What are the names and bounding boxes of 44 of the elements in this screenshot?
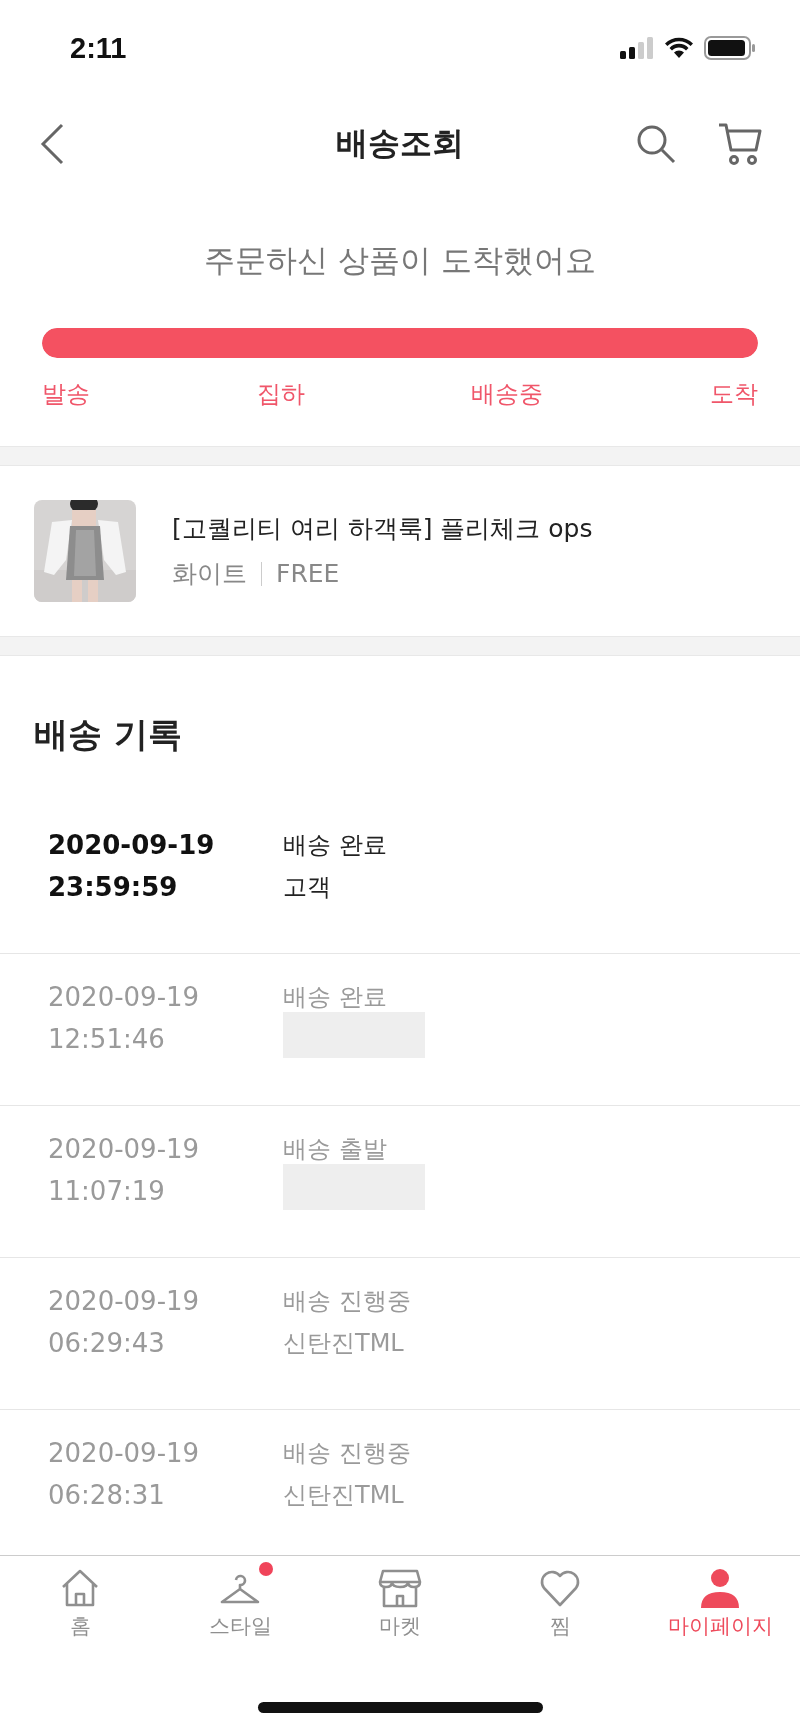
record-date: 2020-09-19 bbox=[48, 1285, 201, 1318]
record-date: 2020-09-19 bbox=[48, 981, 201, 1014]
record-date: 2020-09-19 bbox=[48, 1437, 201, 1470]
record-place: 신탄진TML bbox=[283, 1328, 405, 1359]
product-name: [고퀄리티 여리 하객룩] 플리체크 ops bbox=[172, 513, 593, 545]
record-time: 12:51:46 bbox=[48, 1023, 166, 1056]
option-size: FREE bbox=[276, 559, 340, 588]
option-color: 화이트 bbox=[172, 558, 247, 590]
tab-item[interactable]: 스타일 bbox=[160, 1556, 320, 1661]
signal-icon bbox=[620, 37, 654, 59]
record-time: 06:28:31 bbox=[48, 1479, 166, 1512]
page-title: 배송조회 bbox=[335, 123, 465, 164]
record-place: 고객 bbox=[283, 872, 332, 903]
battery-icon bbox=[704, 36, 756, 60]
record-time: 06:29:43 bbox=[48, 1327, 166, 1360]
record-time: 23:59:59 bbox=[48, 871, 179, 904]
tab-item[interactable]: 마켓 bbox=[320, 1556, 480, 1661]
step-label: 도착 bbox=[709, 379, 758, 410]
home-icon bbox=[60, 1568, 100, 1608]
section-title: 배송 기록 bbox=[33, 713, 183, 756]
store-icon bbox=[378, 1568, 422, 1608]
step-label: 집하 bbox=[256, 379, 305, 410]
record-status: 배송 출발 bbox=[283, 1134, 388, 1165]
search-icon[interactable] bbox=[636, 124, 676, 164]
status-time: 2:11 bbox=[70, 31, 127, 65]
tab-item[interactable]: 찜 bbox=[480, 1556, 640, 1661]
record-status: 배송 진행중 bbox=[283, 1286, 411, 1317]
record-status: 배송 완료 bbox=[283, 982, 388, 1013]
record-date: 2020-09-19 bbox=[48, 1133, 201, 1166]
record-status: 배송 완료 bbox=[283, 830, 387, 861]
step-label: 배송중 bbox=[471, 379, 544, 410]
back-icon[interactable] bbox=[40, 123, 64, 165]
heart-icon bbox=[539, 1568, 581, 1608]
delivery-message: 주문하신 상품이 도착했어요 bbox=[203, 241, 597, 280]
wifi-icon bbox=[664, 37, 694, 59]
tab-item[interactable]: 마이페이지 bbox=[640, 1556, 800, 1661]
record-time: 11:07:19 bbox=[48, 1175, 166, 1208]
tab-item[interactable]: 홈 bbox=[0, 1556, 160, 1661]
record-place: 신탄진TML bbox=[283, 1480, 405, 1511]
cart-icon[interactable] bbox=[718, 122, 762, 166]
step-label: 발송 bbox=[42, 379, 90, 410]
person-icon bbox=[699, 1568, 741, 1608]
record-date: 2020-09-19 bbox=[48, 829, 216, 862]
record-status: 배송 진행중 bbox=[283, 1438, 411, 1469]
